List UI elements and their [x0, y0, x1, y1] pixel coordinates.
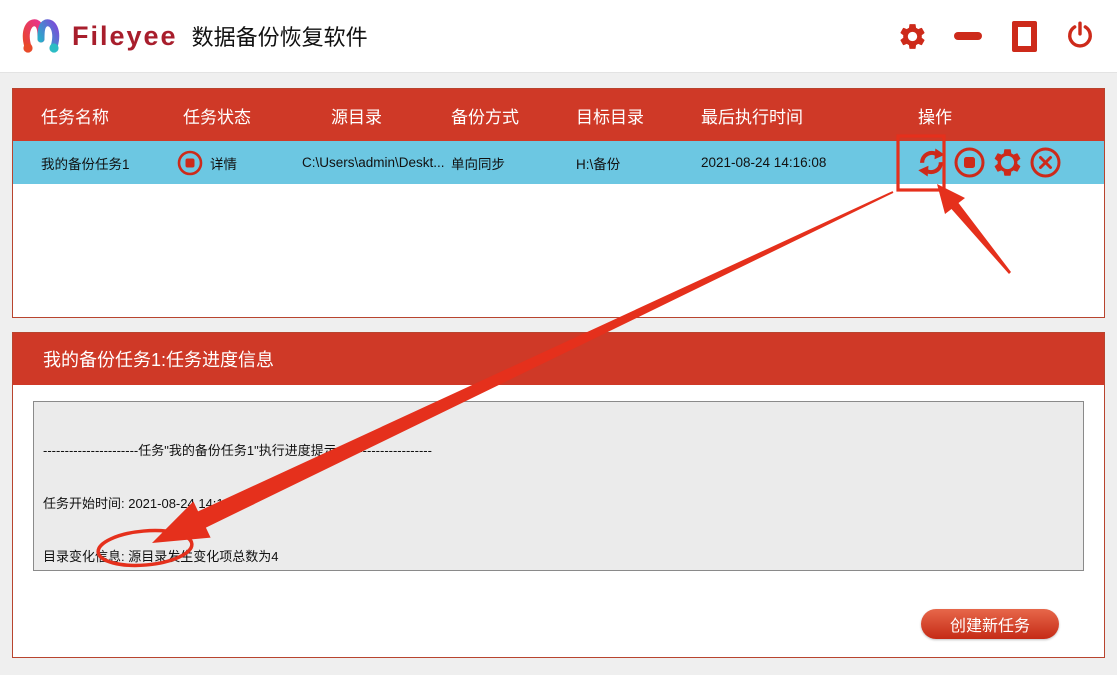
create-new-task-button[interactable]: 创建新任务	[921, 609, 1059, 639]
brand-name: Fileyee	[72, 20, 178, 51]
progress-panel-title: 我的备份任务1:任务进度信息	[13, 333, 1104, 385]
table-row[interactable]: 我的备份任务1 详情 C:\Users\admin\Deskt... 单向同步 …	[13, 141, 1104, 184]
backup-method: 单向同步	[451, 156, 505, 172]
log-line: 任务开始时间: 2021-08-24 14:16:07	[43, 495, 249, 511]
task-settings-icon[interactable]	[991, 146, 1024, 179]
status-detail-link[interactable]: 详情	[210, 153, 237, 173]
sync-run-icon[interactable]	[915, 146, 948, 179]
delete-task-icon[interactable]	[1029, 146, 1062, 179]
target-directory: H:\备份	[576, 156, 621, 172]
last-run-time: 2021-08-24 14:16:08	[701, 155, 827, 170]
col-task-status: 任务状态	[183, 107, 251, 127]
row-actions	[915, 146, 1104, 179]
task-table-panel: 任务名称 任务状态 源目录 备份方式 目标目录 最后执行时间 操作 我的备份任务…	[12, 88, 1105, 318]
col-actions: 操作	[918, 107, 952, 127]
col-task-name: 任务名称	[41, 107, 109, 127]
maximize-icon[interactable]	[1007, 18, 1041, 54]
power-close-icon[interactable]	[1063, 18, 1097, 54]
col-target-dir: 目标目录	[576, 107, 644, 127]
col-source-dir: 源目录	[331, 107, 382, 127]
app-title: 数据备份恢复软件	[191, 25, 368, 50]
settings-icon[interactable]	[895, 18, 929, 54]
window-controls	[895, 18, 1097, 54]
col-last-run-time: 最后执行时间	[701, 107, 803, 127]
col-backup-method: 备份方式	[451, 107, 519, 127]
table-header-row: 任务名称 任务状态 源目录 备份方式 目标目录 最后执行时间 操作	[13, 89, 1104, 141]
stop-status-icon[interactable]	[177, 150, 203, 176]
fileyee-logo-icon	[22, 19, 60, 53]
source-directory: C:\Users\admin\Deskt...	[302, 155, 445, 170]
task-name: 我的备份任务1	[41, 156, 130, 172]
stop-task-icon[interactable]	[953, 146, 986, 179]
log-line: 目录变化信息: 源目录发生变化项总数为4	[43, 549, 279, 565]
log-line: ----------------------任务"我的备份任务1"执行进度提示-…	[43, 442, 432, 458]
minimize-icon[interactable]	[951, 18, 985, 54]
progress-panel: 我的备份任务1:任务进度信息 ----------------------任务"…	[12, 332, 1105, 658]
task-log-box[interactable]: ----------------------任务"我的备份任务1"执行进度提示-…	[33, 401, 1084, 571]
app-header: Fileyee 数据备份恢复软件	[0, 0, 1117, 73]
